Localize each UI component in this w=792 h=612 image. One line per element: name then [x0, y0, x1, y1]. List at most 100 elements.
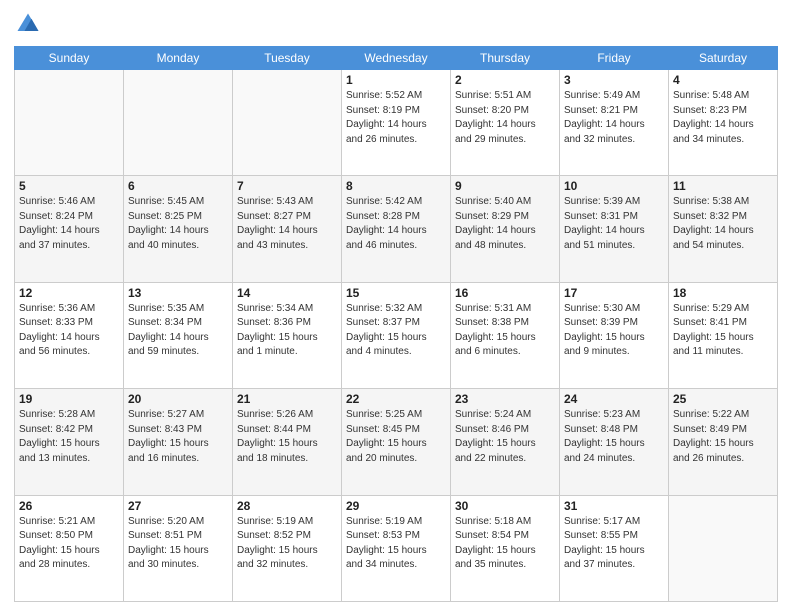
- day-info: Sunrise: 5:34 AM Sunset: 8:36 PM Dayligh…: [237, 302, 337, 360]
- day-number: 28: [237, 499, 337, 513]
- day-cell: 17 Sunrise: 5:30 AM Sunset: 8:39 PM Dayli…: [560, 282, 669, 388]
- day-cell: [124, 70, 233, 176]
- day-cell: 13 Sunrise: 5:35 AM Sunset: 8:34 PM Dayli…: [124, 282, 233, 388]
- day-cell: 3 Sunrise: 5:49 AM Sunset: 8:21 PM Daylig…: [560, 70, 669, 176]
- day-number: 30: [455, 499, 555, 513]
- day-cell: 18 Sunrise: 5:29 AM Sunset: 8:41 PM Dayli…: [669, 282, 778, 388]
- day-info: Sunrise: 5:23 AM Sunset: 8:48 PM Dayligh…: [564, 408, 664, 466]
- day-info: Sunrise: 5:43 AM Sunset: 8:27 PM Dayligh…: [237, 195, 337, 253]
- day-cell: 31 Sunrise: 5:17 AM Sunset: 8:55 PM Dayli…: [560, 495, 669, 601]
- day-cell: 19 Sunrise: 5:28 AM Sunset: 8:42 PM Dayli…: [15, 389, 124, 495]
- day-info: Sunrise: 5:18 AM Sunset: 8:54 PM Dayligh…: [455, 515, 555, 573]
- logo: [14, 10, 46, 38]
- day-info: Sunrise: 5:35 AM Sunset: 8:34 PM Dayligh…: [128, 302, 228, 360]
- day-cell: 15 Sunrise: 5:32 AM Sunset: 8:37 PM Dayli…: [342, 282, 451, 388]
- day-info: Sunrise: 5:30 AM Sunset: 8:39 PM Dayligh…: [564, 302, 664, 360]
- day-info: Sunrise: 5:19 AM Sunset: 8:52 PM Dayligh…: [237, 515, 337, 573]
- day-cell: 9 Sunrise: 5:40 AM Sunset: 8:29 PM Daylig…: [451, 176, 560, 282]
- day-cell: 14Sunrise: 5:34 AM Sunset: 8:36 PM Dayli…: [233, 282, 342, 388]
- day-info: Sunrise: 5:49 AM Sunset: 8:21 PM Dayligh…: [564, 89, 664, 147]
- weekday-wednesday: Wednesday: [342, 47, 451, 70]
- day-number: 21: [237, 392, 337, 406]
- day-cell: 21 Sunrise: 5:26 AM Sunset: 8:44 PM Dayli…: [233, 389, 342, 495]
- day-number: 11: [673, 179, 773, 193]
- day-info: Sunrise: 5:27 AM Sunset: 8:43 PM Dayligh…: [128, 408, 228, 466]
- day-cell: 8Sunrise: 5:42 AM Sunset: 8:28 PM Daylig…: [342, 176, 451, 282]
- weekday-friday: Friday: [560, 47, 669, 70]
- day-cell: 29 Sunrise: 5:19 AM Sunset: 8:53 PM Dayli…: [342, 495, 451, 601]
- logo-icon: [14, 10, 42, 38]
- day-number: 18: [673, 286, 773, 300]
- day-info: Sunrise: 5:29 AM Sunset: 8:41 PM Dayligh…: [673, 302, 773, 360]
- day-info: Sunrise: 5:21 AM Sunset: 8:50 PM Dayligh…: [19, 515, 119, 573]
- day-number: 31: [564, 499, 664, 513]
- day-info: Sunrise: 5:31 AM Sunset: 8:38 PM Dayligh…: [455, 302, 555, 360]
- header: [14, 10, 778, 38]
- day-number: 29: [346, 499, 446, 513]
- day-info: Sunrise: 5:42 AM Sunset: 8:28 PM Dayligh…: [346, 195, 446, 253]
- day-cell: 22 Sunrise: 5:25 AM Sunset: 8:45 PM Dayli…: [342, 389, 451, 495]
- day-number: 15: [346, 286, 446, 300]
- day-cell: 24 Sunrise: 5:23 AM Sunset: 8:48 PM Dayli…: [560, 389, 669, 495]
- day-number: 10: [564, 179, 664, 193]
- day-info: Sunrise: 5:22 AM Sunset: 8:49 PM Dayligh…: [673, 408, 773, 466]
- day-info: Sunrise: 5:28 AM Sunset: 8:42 PM Dayligh…: [19, 408, 119, 466]
- day-info: Sunrise: 5:40 AM Sunset: 8:29 PM Dayligh…: [455, 195, 555, 253]
- day-cell: 25Sunrise: 5:22 AM Sunset: 8:49 PM Dayli…: [669, 389, 778, 495]
- day-cell: 30 Sunrise: 5:18 AM Sunset: 8:54 PM Dayli…: [451, 495, 560, 601]
- day-number: 17: [564, 286, 664, 300]
- day-cell: 7 Sunrise: 5:43 AM Sunset: 8:27 PM Daylig…: [233, 176, 342, 282]
- day-info: Sunrise: 5:25 AM Sunset: 8:45 PM Dayligh…: [346, 408, 446, 466]
- week-row-3: 12 Sunrise: 5:36 AM Sunset: 8:33 PM Dayli…: [15, 282, 778, 388]
- day-info: Sunrise: 5:52 AM Sunset: 8:19 PM Dayligh…: [346, 89, 446, 147]
- day-number: 1: [346, 73, 446, 87]
- day-cell: 5 Sunrise: 5:46 AM Sunset: 8:24 PM Daylig…: [15, 176, 124, 282]
- day-number: 9: [455, 179, 555, 193]
- day-number: 19: [19, 392, 119, 406]
- day-cell: 27Sunrise: 5:20 AM Sunset: 8:51 PM Dayli…: [124, 495, 233, 601]
- day-number: 4: [673, 73, 773, 87]
- day-cell: [233, 70, 342, 176]
- day-number: 3: [564, 73, 664, 87]
- day-info: Sunrise: 5:17 AM Sunset: 8:55 PM Dayligh…: [564, 515, 664, 573]
- day-cell: 10 Sunrise: 5:39 AM Sunset: 8:31 PM Dayli…: [560, 176, 669, 282]
- weekday-saturday: Saturday: [669, 47, 778, 70]
- day-info: Sunrise: 5:26 AM Sunset: 8:44 PM Dayligh…: [237, 408, 337, 466]
- weekday-sunday: Sunday: [15, 47, 124, 70]
- day-cell: 1 Sunrise: 5:52 AM Sunset: 8:19 PM Daylig…: [342, 70, 451, 176]
- day-cell: 23 Sunrise: 5:24 AM Sunset: 8:46 PM Dayli…: [451, 389, 560, 495]
- day-cell: 12 Sunrise: 5:36 AM Sunset: 8:33 PM Dayli…: [15, 282, 124, 388]
- day-info: Sunrise: 5:38 AM Sunset: 8:32 PM Dayligh…: [673, 195, 773, 253]
- day-info: Sunrise: 5:19 AM Sunset: 8:53 PM Dayligh…: [346, 515, 446, 573]
- day-cell: [669, 495, 778, 601]
- day-number: 2: [455, 73, 555, 87]
- day-info: Sunrise: 5:24 AM Sunset: 8:46 PM Dayligh…: [455, 408, 555, 466]
- day-info: Sunrise: 5:48 AM Sunset: 8:23 PM Dayligh…: [673, 89, 773, 147]
- day-info: Sunrise: 5:32 AM Sunset: 8:37 PM Dayligh…: [346, 302, 446, 360]
- day-info: Sunrise: 5:46 AM Sunset: 8:24 PM Dayligh…: [19, 195, 119, 253]
- day-number: 23: [455, 392, 555, 406]
- week-row-2: 5 Sunrise: 5:46 AM Sunset: 8:24 PM Daylig…: [15, 176, 778, 282]
- weekday-header-row: SundayMondayTuesdayWednesdayThursdayFrid…: [15, 47, 778, 70]
- week-row-1: 1 Sunrise: 5:52 AM Sunset: 8:19 PM Daylig…: [15, 70, 778, 176]
- day-cell: 4 Sunrise: 5:48 AM Sunset: 8:23 PM Daylig…: [669, 70, 778, 176]
- day-cell: 16 Sunrise: 5:31 AM Sunset: 8:38 PM Dayli…: [451, 282, 560, 388]
- day-number: 13: [128, 286, 228, 300]
- day-cell: 11 Sunrise: 5:38 AM Sunset: 8:32 PM Dayli…: [669, 176, 778, 282]
- week-row-5: 26 Sunrise: 5:21 AM Sunset: 8:50 PM Dayli…: [15, 495, 778, 601]
- day-number: 5: [19, 179, 119, 193]
- day-number: 22: [346, 392, 446, 406]
- day-number: 7: [237, 179, 337, 193]
- page: SundayMondayTuesdayWednesdayThursdayFrid…: [0, 0, 792, 612]
- calendar-table: SundayMondayTuesdayWednesdayThursdayFrid…: [14, 46, 778, 602]
- weekday-monday: Monday: [124, 47, 233, 70]
- day-info: Sunrise: 5:45 AM Sunset: 8:25 PM Dayligh…: [128, 195, 228, 253]
- day-cell: 6Sunrise: 5:45 AM Sunset: 8:25 PM Daylig…: [124, 176, 233, 282]
- day-info: Sunrise: 5:36 AM Sunset: 8:33 PM Dayligh…: [19, 302, 119, 360]
- day-number: 24: [564, 392, 664, 406]
- day-number: 16: [455, 286, 555, 300]
- day-number: 26: [19, 499, 119, 513]
- day-cell: 28 Sunrise: 5:19 AM Sunset: 8:52 PM Dayli…: [233, 495, 342, 601]
- day-info: Sunrise: 5:39 AM Sunset: 8:31 PM Dayligh…: [564, 195, 664, 253]
- day-number: 12: [19, 286, 119, 300]
